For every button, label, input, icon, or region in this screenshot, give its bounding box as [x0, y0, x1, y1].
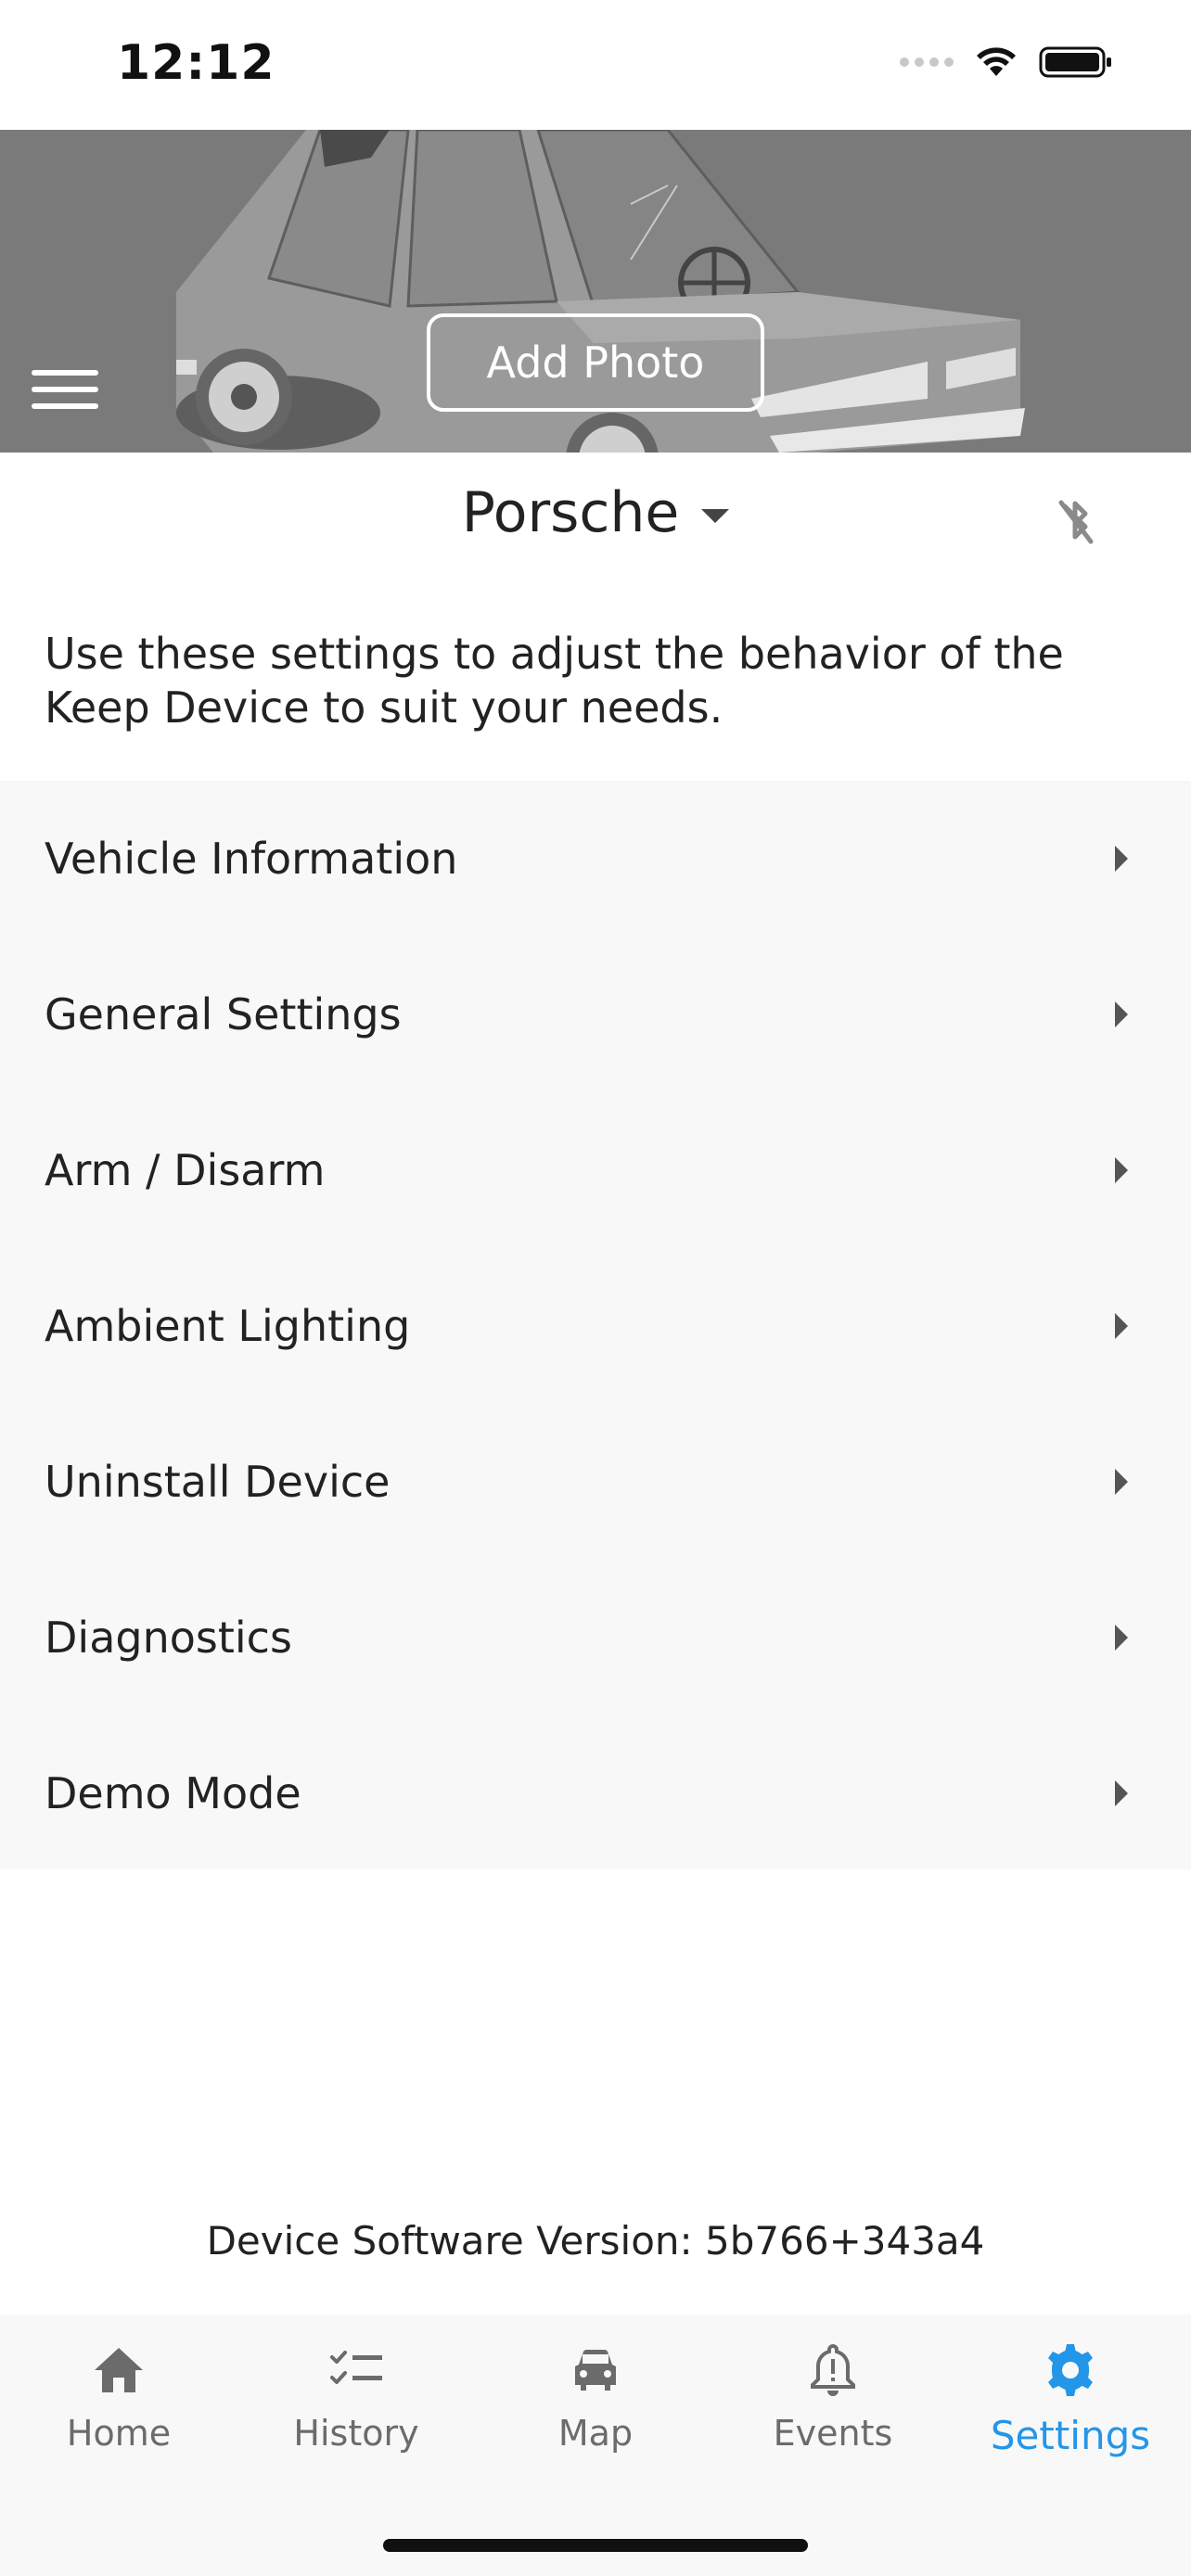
hamburger-icon: [32, 370, 98, 376]
battery-icon: [1039, 46, 1111, 78]
nav-label: Settings: [990, 2413, 1151, 2458]
nav-tab-events[interactable]: Events: [714, 2340, 952, 2480]
vehicle-selector-row: Porsche: [0, 453, 1191, 582]
cellular-signal-icon: [900, 57, 954, 67]
settings-item-label: Diagnostics: [45, 1613, 292, 1663]
home-icon: [95, 2348, 143, 2392]
status-icons: [900, 45, 1113, 80]
vehicle-name: Porsche: [461, 480, 680, 545]
settings-item-diagnostics[interactable]: Diagnostics: [0, 1560, 1191, 1715]
chevron-right-icon: [1115, 1469, 1128, 1495]
nav-label: Home: [66, 2413, 172, 2454]
settings-list: Vehicle Information General Settings Arm…: [0, 781, 1191, 1869]
gear-icon: [1048, 2344, 1093, 2396]
status-bar: 12:12: [0, 0, 1191, 130]
chevron-right-icon: [1115, 1001, 1128, 1027]
chevron-right-icon: [1115, 1157, 1128, 1183]
nav-label: Map: [557, 2413, 634, 2454]
settings-item-general-settings[interactable]: General Settings: [0, 937, 1191, 1092]
bell-alert-icon: [811, 2343, 855, 2396]
settings-item-vehicle-information[interactable]: Vehicle Information: [0, 781, 1191, 937]
settings-item-label: Vehicle Information: [45, 834, 458, 884]
settings-item-label: Uninstall Device: [45, 1457, 391, 1507]
chevron-right-icon: [1115, 1625, 1128, 1651]
wifi-icon: [977, 47, 1016, 76]
nav-tab-home[interactable]: Home: [0, 2340, 237, 2480]
status-time: 12:12: [117, 35, 275, 91]
add-photo-button[interactable]: Add Photo: [427, 313, 764, 412]
home-indicator[interactable]: [383, 2539, 808, 2552]
history-icon: [330, 2351, 382, 2384]
nav-tab-map[interactable]: Map: [477, 2340, 714, 2480]
settings-item-uninstall-device[interactable]: Uninstall Device: [0, 1404, 1191, 1560]
bluetooth-disabled-icon[interactable]: [1044, 490, 1106, 551]
settings-item-label: Demo Mode: [45, 1768, 301, 1818]
nav-label: History: [293, 2413, 419, 2454]
settings-item-ambient-lighting[interactable]: Ambient Lighting: [0, 1248, 1191, 1404]
chevron-right-icon: [1115, 846, 1128, 872]
chevron-right-icon: [1115, 1313, 1128, 1339]
settings-item-label: General Settings: [45, 989, 402, 1039]
bottom-navigation: Home History Map Events Settings: [0, 2315, 1191, 2576]
nav-tab-history[interactable]: History: [237, 2340, 475, 2480]
settings-item-label: Arm / Disarm: [45, 1145, 326, 1195]
nav-tab-settings[interactable]: Settings: [952, 2340, 1189, 2480]
chevron-right-icon: [1115, 1780, 1128, 1806]
chevron-down-icon: [701, 508, 730, 523]
settings-item-arm-disarm[interactable]: Arm / Disarm: [0, 1092, 1191, 1248]
nav-label: Events: [773, 2413, 893, 2454]
car-icon: [575, 2349, 616, 2391]
menu-button[interactable]: [32, 360, 102, 419]
settings-item-demo-mode[interactable]: Demo Mode: [0, 1715, 1191, 1871]
vehicle-dropdown[interactable]: Porsche: [429, 480, 762, 545]
settings-description: Use these settings to adjust the behavio…: [45, 629, 1064, 733]
settings-item-label: Ambient Lighting: [45, 1301, 411, 1351]
device-software-version: Device Software Version: 5b766+343a4: [206, 2218, 985, 2264]
